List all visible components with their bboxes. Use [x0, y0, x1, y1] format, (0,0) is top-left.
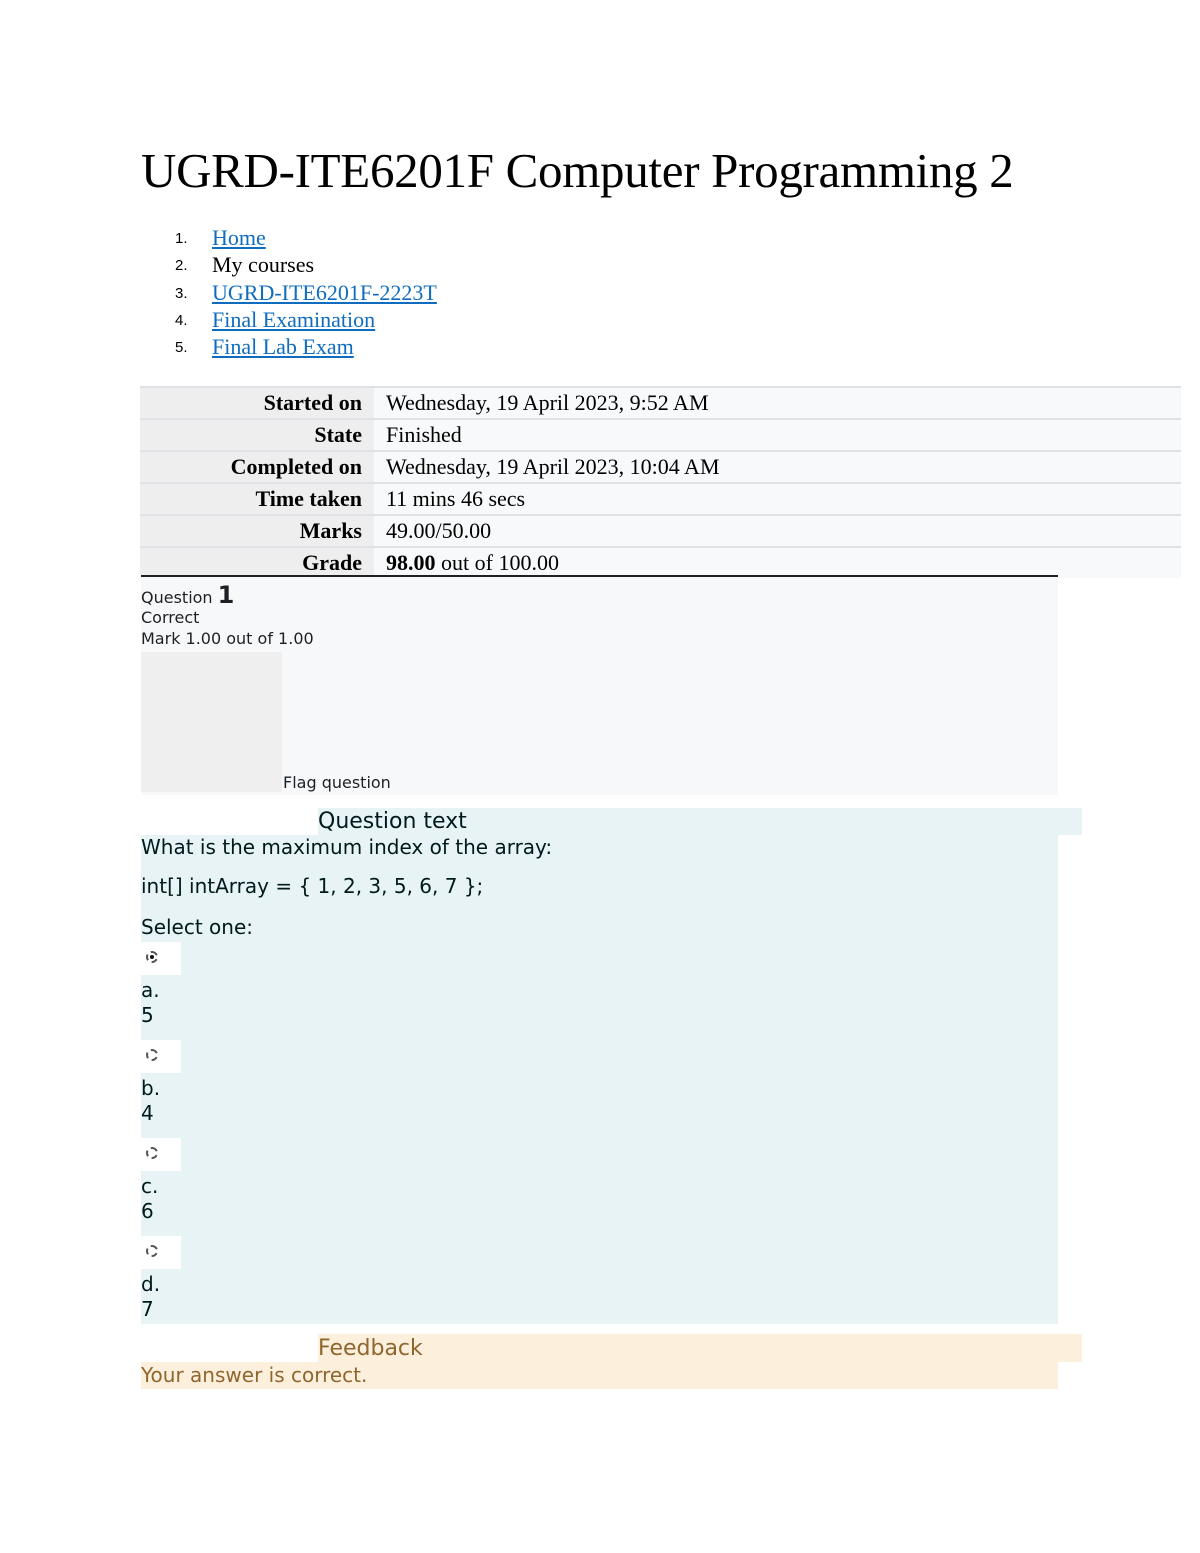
summary-value: Finished [374, 418, 1181, 451]
breadcrumb-number: 4. [175, 311, 188, 329]
summary-row-state: State Finished [140, 418, 1181, 451]
summary-row-time-taken: Time taken 11 mins 46 secs [140, 482, 1181, 515]
option-b-letter: b. [141, 1076, 161, 1100]
question-number: Question 1 [141, 581, 234, 609]
option-d-letter: d. [141, 1272, 161, 1296]
option-c-letter: c. [141, 1174, 159, 1198]
question-number-value: 1 [217, 581, 235, 609]
option-b-value: 4 [141, 1101, 154, 1125]
breadcrumb-number: 1. [175, 230, 188, 247]
feedback-text: Your answer is correct. [141, 1362, 1058, 1389]
option-a-radio-cell[interactable] [141, 942, 181, 975]
summary-label: Completed on [140, 450, 374, 483]
question-info-panel: Question 1 Correct Mark 1.00 out of 1.00… [141, 575, 1058, 795]
summary-row-completed-on: Completed on Wednesday, 19 April 2023, 1… [140, 450, 1181, 483]
summary-value: 49.00/50.00 [374, 514, 1181, 547]
summary-row-started-on: Started on Wednesday, 19 April 2023, 9:5… [140, 386, 1181, 419]
breadcrumb-number: 3. [175, 284, 188, 302]
summary-value: 98.00 out of 100.00 [374, 546, 1181, 578]
summary-label: Grade [140, 546, 374, 578]
question-text-heading: Question text [318, 808, 1082, 835]
summary-value: Wednesday, 19 April 2023, 9:52 AM [374, 386, 1181, 419]
option-b-radio-cell[interactable] [141, 1040, 181, 1073]
option-d-radio-cell[interactable] [141, 1236, 181, 1269]
summary-row-marks: Marks 49.00/50.00 [140, 514, 1181, 547]
summary-label: Started on [140, 386, 374, 419]
option-c-value: 6 [141, 1199, 154, 1223]
breadcrumb-link-home[interactable]: Home [212, 224, 266, 251]
flag-question-button[interactable]: Flag question [283, 773, 391, 792]
radio-unchecked-icon[interactable] [146, 1049, 158, 1061]
radio-unchecked-icon[interactable] [146, 1245, 158, 1257]
summary-label: Time taken [140, 482, 374, 515]
breadcrumb-number: 2. [175, 257, 188, 275]
breadcrumb-link-course[interactable]: UGRD-ITE6201F-2223T [212, 279, 437, 306]
feedback-heading: Feedback [318, 1334, 1082, 1362]
breadcrumb-link-final-examination[interactable]: Final Examination [212, 306, 375, 333]
radio-checked-icon[interactable] [146, 951, 158, 963]
option-a-value: 5 [141, 1003, 154, 1027]
question-prefix: Question [141, 588, 213, 607]
question-content: What is the maximum index of the array: … [141, 835, 1058, 1324]
grade-out-of: out of 100.00 [435, 550, 559, 575]
question-code: int[] intArray = { 1, 2, 3, 5, 6, 7 }; [141, 874, 484, 898]
summary-label: Marks [140, 514, 374, 547]
page-title: UGRD-ITE6201F Computer Programming 2 [141, 143, 1014, 198]
breadcrumb-link-final-lab-exam[interactable]: Final Lab Exam [212, 333, 354, 360]
flag-icon[interactable] [141, 652, 282, 792]
question-state: Correct [141, 608, 200, 627]
grade-score: 98.00 [386, 550, 436, 575]
summary-value: Wednesday, 19 April 2023, 10:04 AM [374, 450, 1181, 483]
attempt-summary-table: Started on Wednesday, 19 April 2023, 9:5… [140, 386, 1181, 578]
select-one-label: Select one: [141, 915, 254, 939]
option-a-letter: a. [141, 978, 160, 1002]
summary-label: State [140, 418, 374, 451]
breadcrumb-text-my-courses: My courses [212, 252, 315, 278]
radio-unchecked-icon[interactable] [146, 1147, 158, 1159]
breadcrumb-number: 5. [175, 339, 188, 357]
option-c-radio-cell[interactable] [141, 1138, 181, 1171]
question-grade: Mark 1.00 out of 1.00 [141, 629, 314, 648]
option-d-value: 7 [141, 1297, 154, 1321]
summary-row-grade: Grade 98.00 out of 100.00 [140, 546, 1181, 578]
summary-value: 11 mins 46 secs [374, 482, 1181, 515]
question-prompt: What is the maximum index of the array: [141, 835, 553, 859]
